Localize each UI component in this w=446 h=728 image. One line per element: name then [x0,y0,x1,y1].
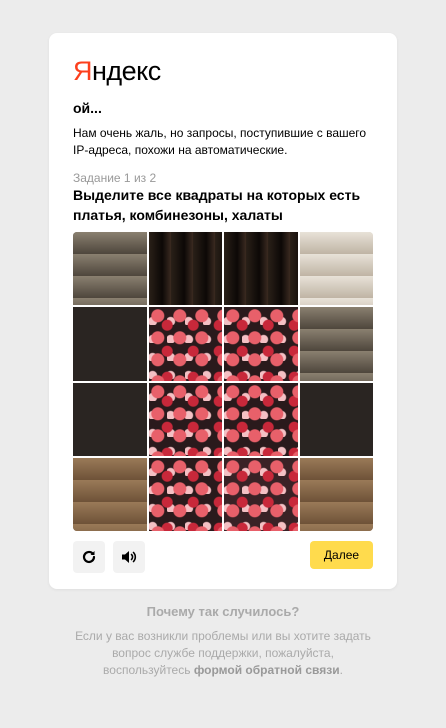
captcha-image-grid [73,232,373,531]
logo-rest: ндекс [92,56,161,86]
help-text: Если у вас возникли проблемы или вы хоти… [73,628,373,679]
yandex-logo: Яндекс [73,54,161,88]
feedback-form-link[interactable]: формой обратной связи [194,663,340,677]
captcha-tile-3[interactable] [224,232,298,306]
captcha-tile-10[interactable] [148,382,222,456]
captcha-tile-13[interactable] [73,457,147,531]
speaker-icon [120,549,138,565]
captcha-tile-11[interactable] [224,382,298,456]
captcha-controls: Далее [73,541,373,573]
audio-captcha-button[interactable] [113,541,145,573]
blocked-message: Нам очень жаль, но запросы, поступившие … [73,126,367,157]
captcha-tile-14[interactable] [148,457,222,531]
next-button[interactable]: Далее [310,541,373,569]
captcha-tile-9[interactable] [73,382,147,456]
oops-heading: ой... [73,100,102,116]
captcha-tile-8[interactable] [299,307,373,381]
refresh-button[interactable] [73,541,105,573]
captcha-tile-12[interactable] [299,382,373,456]
logo-first-letter: Я [73,56,93,86]
captcha-tile-1[interactable] [73,232,147,306]
captcha-tile-15[interactable] [224,457,298,531]
captcha-tile-16[interactable] [299,457,373,531]
task-instruction: Выделите все квадраты на которых есть пл… [73,187,361,223]
task-counter: Задание 1 из 2 [73,171,157,185]
captcha-tile-2[interactable] [148,232,222,306]
captcha-tile-5[interactable] [73,307,147,381]
help-text-end: . [339,663,343,677]
why-heading: Почему так случилось? [146,604,300,619]
refresh-icon [81,549,97,565]
captcha-tile-6[interactable] [148,307,222,381]
captcha-card: Яндекс ой... Нам очень жаль, но запросы,… [49,33,397,589]
captcha-tile-7[interactable] [224,307,298,381]
captcha-tile-4[interactable] [299,232,373,306]
